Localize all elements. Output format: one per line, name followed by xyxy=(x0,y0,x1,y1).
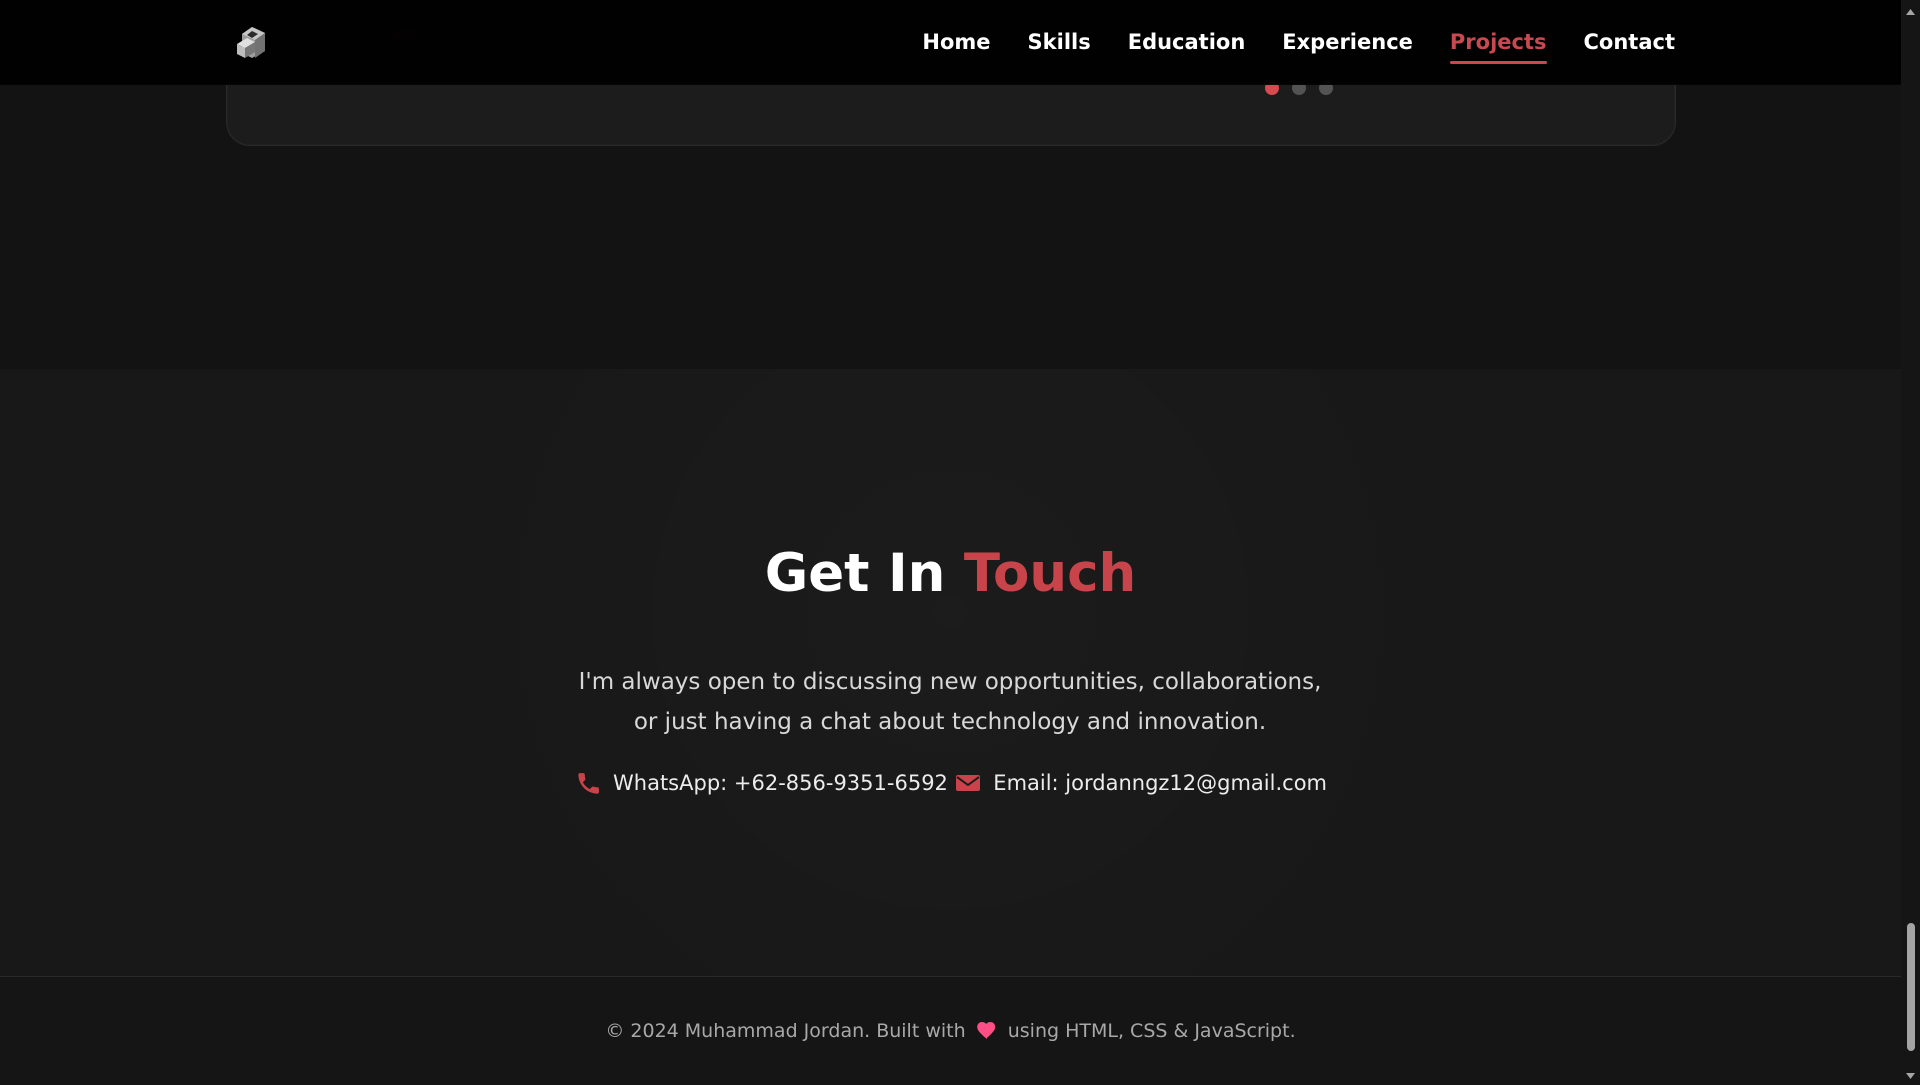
nav-home-link[interactable]: Home xyxy=(922,28,990,56)
nav-projects-link[interactable]: Projects xyxy=(1449,28,1547,64)
scroll-down-arrow-icon[interactable] xyxy=(1905,1066,1916,1079)
contact-title: Get In Touch xyxy=(0,542,1901,606)
footer: © 2024 Muhammad Jordan. Built with using… xyxy=(0,976,1901,1080)
footer-copyright-suffix: using HTML, CSS & JavaScript. xyxy=(1007,1020,1296,1042)
footer-copyright: © 2024 Muhammad Jordan. Built with using… xyxy=(0,1018,1901,1047)
contact-title-prefix: Get In xyxy=(764,542,946,604)
scroll-up-arrow-icon[interactable] xyxy=(1905,3,1916,15)
nav-experience-link[interactable]: Experience xyxy=(1282,28,1413,56)
email-contact-link[interactable]: Email: jordanngz12@gmail.com xyxy=(955,769,1327,797)
mail-icon xyxy=(955,770,981,796)
heart-icon xyxy=(976,1021,997,1047)
phone-icon xyxy=(575,770,601,796)
portfolio-page: Get In Touch I'm always open to discussi… xyxy=(0,0,1901,1080)
email-contact-label: Email: jordanngz12@gmail.com xyxy=(993,771,1327,795)
whatsapp-contact-label: WhatsApp: +62-856-9351-6592 xyxy=(613,771,948,795)
site-logo[interactable] xyxy=(231,24,269,62)
nav-links: Home Skills Education Experience Project… xyxy=(922,28,1676,64)
scrollbar-thumb[interactable] xyxy=(1907,923,1915,1051)
whatsapp-contact-link[interactable]: WhatsApp: +62-856-9351-6592 xyxy=(575,769,948,797)
contact-description: I'm always open to discussing new opport… xyxy=(578,669,1322,735)
nav-education-link[interactable]: Education xyxy=(1128,28,1246,56)
contact-links: WhatsApp: +62-856-9351-6592 Email: jorda… xyxy=(575,767,1327,799)
vertical-scrollbar[interactable] xyxy=(1901,0,1920,1080)
contact-title-accent: Touch xyxy=(963,542,1137,604)
top-navigation: Home Skills Education Experience Project… xyxy=(0,0,1901,85)
nav-skills-link[interactable]: Skills xyxy=(1028,28,1091,56)
nav-contact-link[interactable]: Contact xyxy=(1584,28,1676,56)
footer-copyright-prefix: © 2024 Muhammad Jordan. Built with xyxy=(605,1020,966,1042)
contact-section: Get In Touch I'm always open to discussi… xyxy=(0,369,1901,976)
